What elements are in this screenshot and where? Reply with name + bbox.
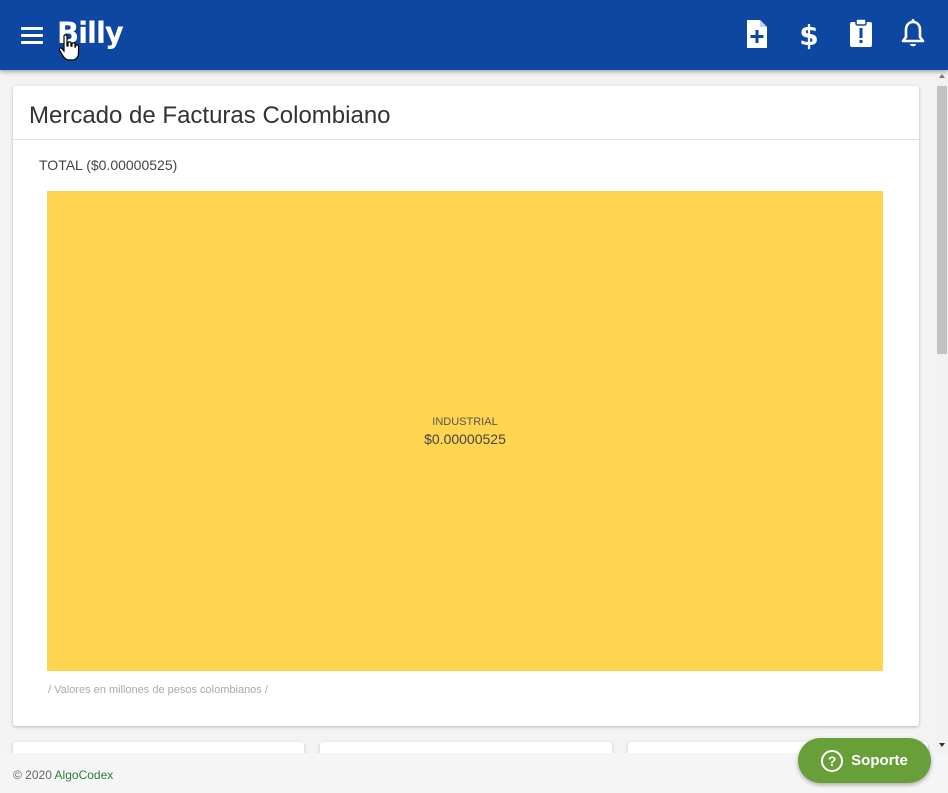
total-label: TOTAL ($0.00000525) bbox=[39, 157, 178, 173]
copyright-prefix: © 2020 bbox=[13, 768, 55, 782]
treemap-node-label: INDUSTRIAL bbox=[432, 416, 497, 428]
top-app-bar: Billy $ bbox=[0, 0, 948, 70]
card-divider bbox=[13, 139, 919, 140]
card-title: Mercado de Facturas Colombiano bbox=[29, 102, 391, 129]
file-plus-icon[interactable] bbox=[742, 17, 772, 51]
dollar-icon[interactable]: $ bbox=[794, 17, 824, 51]
summary-card-1 bbox=[13, 742, 304, 753]
company-link[interactable]: AlgoCodex bbox=[55, 768, 114, 782]
help-circle-icon: ? bbox=[821, 749, 844, 772]
scroll-thumb[interactable] bbox=[937, 86, 947, 354]
svg-text:$: $ bbox=[799, 19, 818, 51]
values-footnote: / Valores en millones de pesos colombian… bbox=[48, 684, 268, 696]
clipboard-alert-icon[interactable] bbox=[846, 17, 876, 51]
scroll-down-arrow-icon[interactable] bbox=[939, 743, 945, 747]
scroll-up-arrow-icon[interactable] bbox=[939, 74, 945, 78]
bell-icon[interactable] bbox=[898, 17, 928, 51]
support-label: Soporte bbox=[851, 752, 908, 769]
hand-pointer-cursor-icon bbox=[58, 34, 80, 61]
hamburger-menu-icon[interactable] bbox=[21, 23, 47, 47]
vertical-scrollbar[interactable] bbox=[936, 70, 948, 753]
main-content: Mercado de Facturas Colombiano TOTAL ($0… bbox=[0, 70, 936, 753]
summary-card-2 bbox=[320, 742, 612, 753]
treemap-node-value: $0.00000525 bbox=[424, 431, 506, 447]
support-button[interactable]: ? Soporte bbox=[798, 738, 931, 783]
copyright: © 2020 AlgoCodex bbox=[13, 768, 113, 782]
treemap-chart: INDUSTRIAL $0.00000525 bbox=[47, 191, 883, 671]
market-card: Mercado de Facturas Colombiano TOTAL ($0… bbox=[13, 86, 919, 726]
